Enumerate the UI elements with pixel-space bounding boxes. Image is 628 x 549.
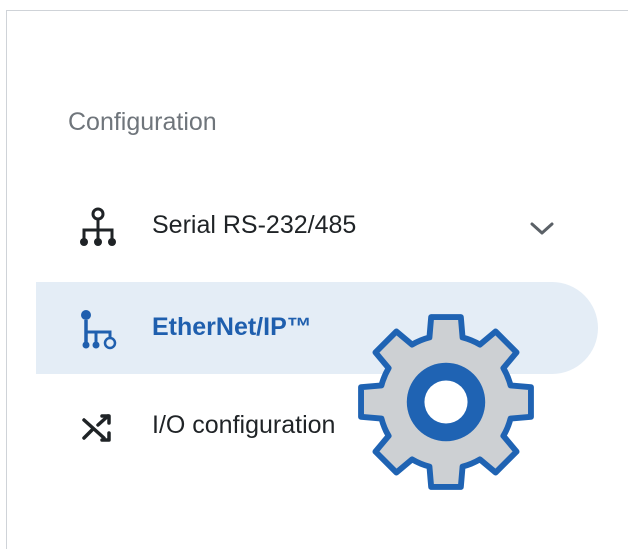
panel-border-left [6,10,7,549]
sidebar-item-ethernet-ip[interactable]: EtherNet/IP™ [36,282,598,374]
shuffle-icon [76,406,120,450]
network-tree-icon [76,206,120,250]
sidebar-item-label: Serial RS-232/485 [152,211,357,239]
sidebar-item-io-configuration[interactable]: I/O configuration [36,380,598,472]
ethernet-ip-icon [76,308,120,352]
chevron-down-icon[interactable] [526,214,558,242]
sidebar-item-label: EtherNet/IP™ [152,313,312,341]
panel-border-top [6,10,628,11]
section-title: Configuration [68,108,217,136]
sidebar-item-serial[interactable]: Serial RS-232/485 [36,180,598,272]
sidebar-item-label: I/O configuration [152,411,336,439]
configuration-sidebar: Configuration Serial RS-232/485 EtherNet… [0,0,628,549]
